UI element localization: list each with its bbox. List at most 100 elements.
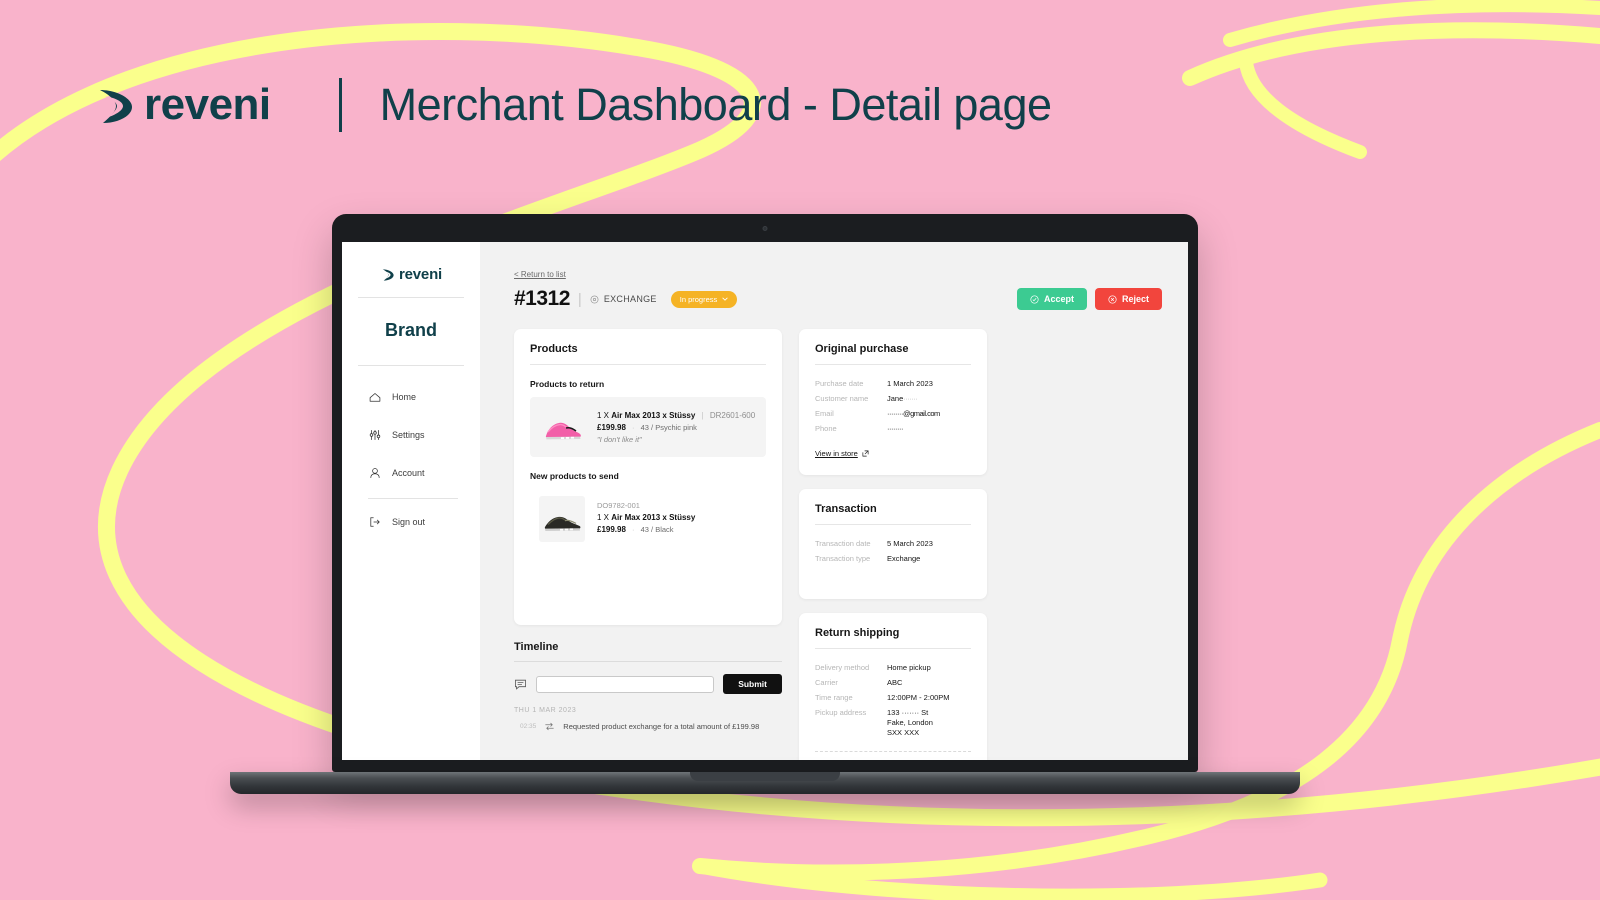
field-label: Delivery method bbox=[815, 662, 870, 672]
card-spacer bbox=[815, 569, 971, 585]
order-kind: EXCHANGE bbox=[603, 294, 657, 304]
redacted-text: ······· bbox=[903, 394, 918, 404]
main-content: < Return to list #1312 | EXCHANGE In pro… bbox=[480, 242, 1188, 760]
laptop-base bbox=[230, 772, 1300, 794]
app-sidebar: reveni Brand Home Settings Account Sign … bbox=[342, 242, 480, 760]
pickup-address-row: Pickup address 133 ······· St Fake, Lond… bbox=[815, 708, 971, 738]
sidebar-logo-text: reveni bbox=[399, 266, 442, 283]
external-link-icon bbox=[862, 450, 869, 456]
divider bbox=[815, 364, 971, 365]
field-value: Jane······· bbox=[887, 394, 918, 404]
product-name: Air Max 2013 x Stüssy bbox=[611, 513, 696, 522]
timeline-entry-text: Requested product exchange for a total a… bbox=[563, 722, 760, 731]
timeline-entry: 02:35 Requested product exchange for a t… bbox=[514, 721, 782, 732]
product-name: Air Max 2013 x Stüssy bbox=[611, 410, 696, 420]
reveni-boomerang-icon bbox=[382, 269, 394, 281]
reveni-logo: reveni bbox=[92, 83, 271, 127]
email-row: Email ········@gmail.com bbox=[815, 409, 971, 419]
product-price-line: £199.98 · 43 / Psychic pink bbox=[597, 423, 755, 432]
field-value: ········ bbox=[887, 424, 903, 434]
sidebar-item-label: Settings bbox=[392, 430, 425, 440]
product-price: £199.98 bbox=[597, 525, 626, 534]
return-shipping-card: Return shipping Delivery method Home pic… bbox=[799, 612, 987, 760]
status-badge[interactable]: In progress bbox=[670, 290, 738, 308]
sidebar-item-label: Sign out bbox=[392, 517, 426, 527]
field-label: Purchase date bbox=[815, 379, 864, 388]
products-card-title: Products bbox=[530, 343, 578, 355]
products-to-return-heading: Products to return bbox=[530, 379, 605, 389]
transaction-date-row: Transaction date 5 March 2023 bbox=[815, 539, 971, 549]
return-to-list-link[interactable]: < Return to list bbox=[514, 270, 566, 279]
x-circle-icon bbox=[1108, 294, 1117, 304]
product-variant: 43 / Black bbox=[640, 525, 674, 534]
separator: | bbox=[701, 410, 704, 420]
product-to-send-info: DO9782-001 1 X Air Max 2013 x Stüssy £19… bbox=[597, 501, 695, 537]
sidebar-item-label: Account bbox=[392, 468, 425, 478]
right-column: Original purchase Purchase date 1 March … bbox=[799, 329, 987, 760]
transaction-title: Transaction bbox=[815, 502, 877, 515]
timeline-date-group: THU 1 MAR 2023 bbox=[514, 707, 577, 714]
product-thumbnail bbox=[539, 404, 585, 450]
timeline-comment-input[interactable] bbox=[536, 675, 715, 693]
exchange-arrows-icon bbox=[545, 722, 554, 731]
accept-button[interactable]: Accept bbox=[1016, 288, 1087, 310]
view-in-store-link[interactable]: View in store bbox=[815, 449, 869, 458]
sidebar-item-account[interactable]: Account bbox=[368, 460, 480, 486]
divider bbox=[815, 750, 971, 752]
sliders-icon bbox=[369, 430, 381, 440]
home-icon bbox=[369, 393, 381, 402]
sidebar-brand-name: Brand bbox=[384, 320, 437, 340]
header-pipe: | bbox=[577, 290, 582, 308]
exchange-globe-icon bbox=[590, 295, 599, 303]
product-code: DO9782-001 bbox=[597, 501, 640, 510]
sidebar-logo[interactable]: reveni bbox=[342, 258, 480, 297]
product-to-return-info: 1 X Air Max 2013 x Stüssy | DR2601-600 £… bbox=[597, 411, 755, 444]
customer-name-row: Customer name Jane······· bbox=[815, 394, 971, 404]
separator: · bbox=[632, 525, 635, 534]
carrier-row: Carrier ABC bbox=[815, 678, 971, 688]
sidebar-item-home[interactable]: Home bbox=[368, 384, 480, 410]
header-divider bbox=[338, 78, 342, 132]
product-thumbnail bbox=[539, 496, 585, 542]
webcam-icon bbox=[762, 226, 768, 231]
sidebar-item-signout[interactable]: Sign out bbox=[368, 509, 480, 535]
timeline-section: Timeline Submit THU 1 MAR 2023 02:35 Req… bbox=[514, 641, 782, 732]
field-value: 1 March 2023 bbox=[887, 379, 933, 388]
field-label: Transaction date bbox=[815, 538, 871, 548]
chevron-down-icon bbox=[722, 297, 728, 301]
sign-out-icon bbox=[370, 517, 380, 527]
accept-button-label: Accept bbox=[1043, 294, 1074, 304]
customer-first-name: Jane bbox=[887, 394, 904, 404]
check-circle-icon bbox=[1030, 294, 1039, 304]
delivery-method-row: Delivery method Home pickup bbox=[815, 663, 971, 673]
reveni-boomerang-icon bbox=[100, 90, 132, 123]
timeline-submit-button[interactable]: Submit bbox=[723, 674, 782, 694]
timeline-entry-time: 02:35 bbox=[520, 723, 537, 730]
product-qty: 1 X bbox=[597, 513, 610, 522]
page-header: reveni Merchant Dashboard - Detail page bbox=[92, 78, 1052, 132]
app-screen: reveni Brand Home Settings Account Sign … bbox=[342, 242, 1188, 760]
product-variant: 43 / Psychic pink bbox=[640, 422, 697, 432]
sidebar-item-settings[interactable]: Settings bbox=[368, 422, 480, 448]
field-label: Phone bbox=[815, 424, 837, 434]
detail-columns: Products Products to return 1 X Air Max … bbox=[514, 329, 1162, 760]
address-line: Fake, London bbox=[887, 718, 933, 728]
field-value: 133 ······· St Fake, London SXX XXX bbox=[887, 708, 933, 738]
user-icon bbox=[370, 468, 380, 478]
field-value: Home pickup bbox=[887, 662, 931, 672]
detail-header-row: #1312 | EXCHANGE In progress Accept Reje… bbox=[514, 287, 1162, 311]
field-label: Customer name bbox=[815, 394, 869, 404]
timeline-input-row: Submit bbox=[514, 674, 782, 694]
reject-button[interactable]: Reject bbox=[1094, 288, 1162, 310]
transaction-type-row: Transaction type Exchange bbox=[815, 554, 971, 564]
field-value: ········@gmail.com bbox=[887, 409, 940, 419]
product-to-send-row: DO9782-001 1 X Air Max 2013 x Stüssy £19… bbox=[530, 489, 766, 549]
divider bbox=[514, 661, 782, 662]
original-purchase-card: Original purchase Purchase date 1 March … bbox=[799, 329, 987, 475]
comment-icon bbox=[515, 679, 526, 690]
laptop-notch bbox=[690, 772, 840, 781]
sidebar-nav-separator bbox=[368, 498, 458, 499]
divider bbox=[530, 364, 766, 365]
product-price-line: £199.98 · 43 / Black bbox=[597, 525, 695, 534]
reject-button-label: Reject bbox=[1121, 294, 1149, 304]
